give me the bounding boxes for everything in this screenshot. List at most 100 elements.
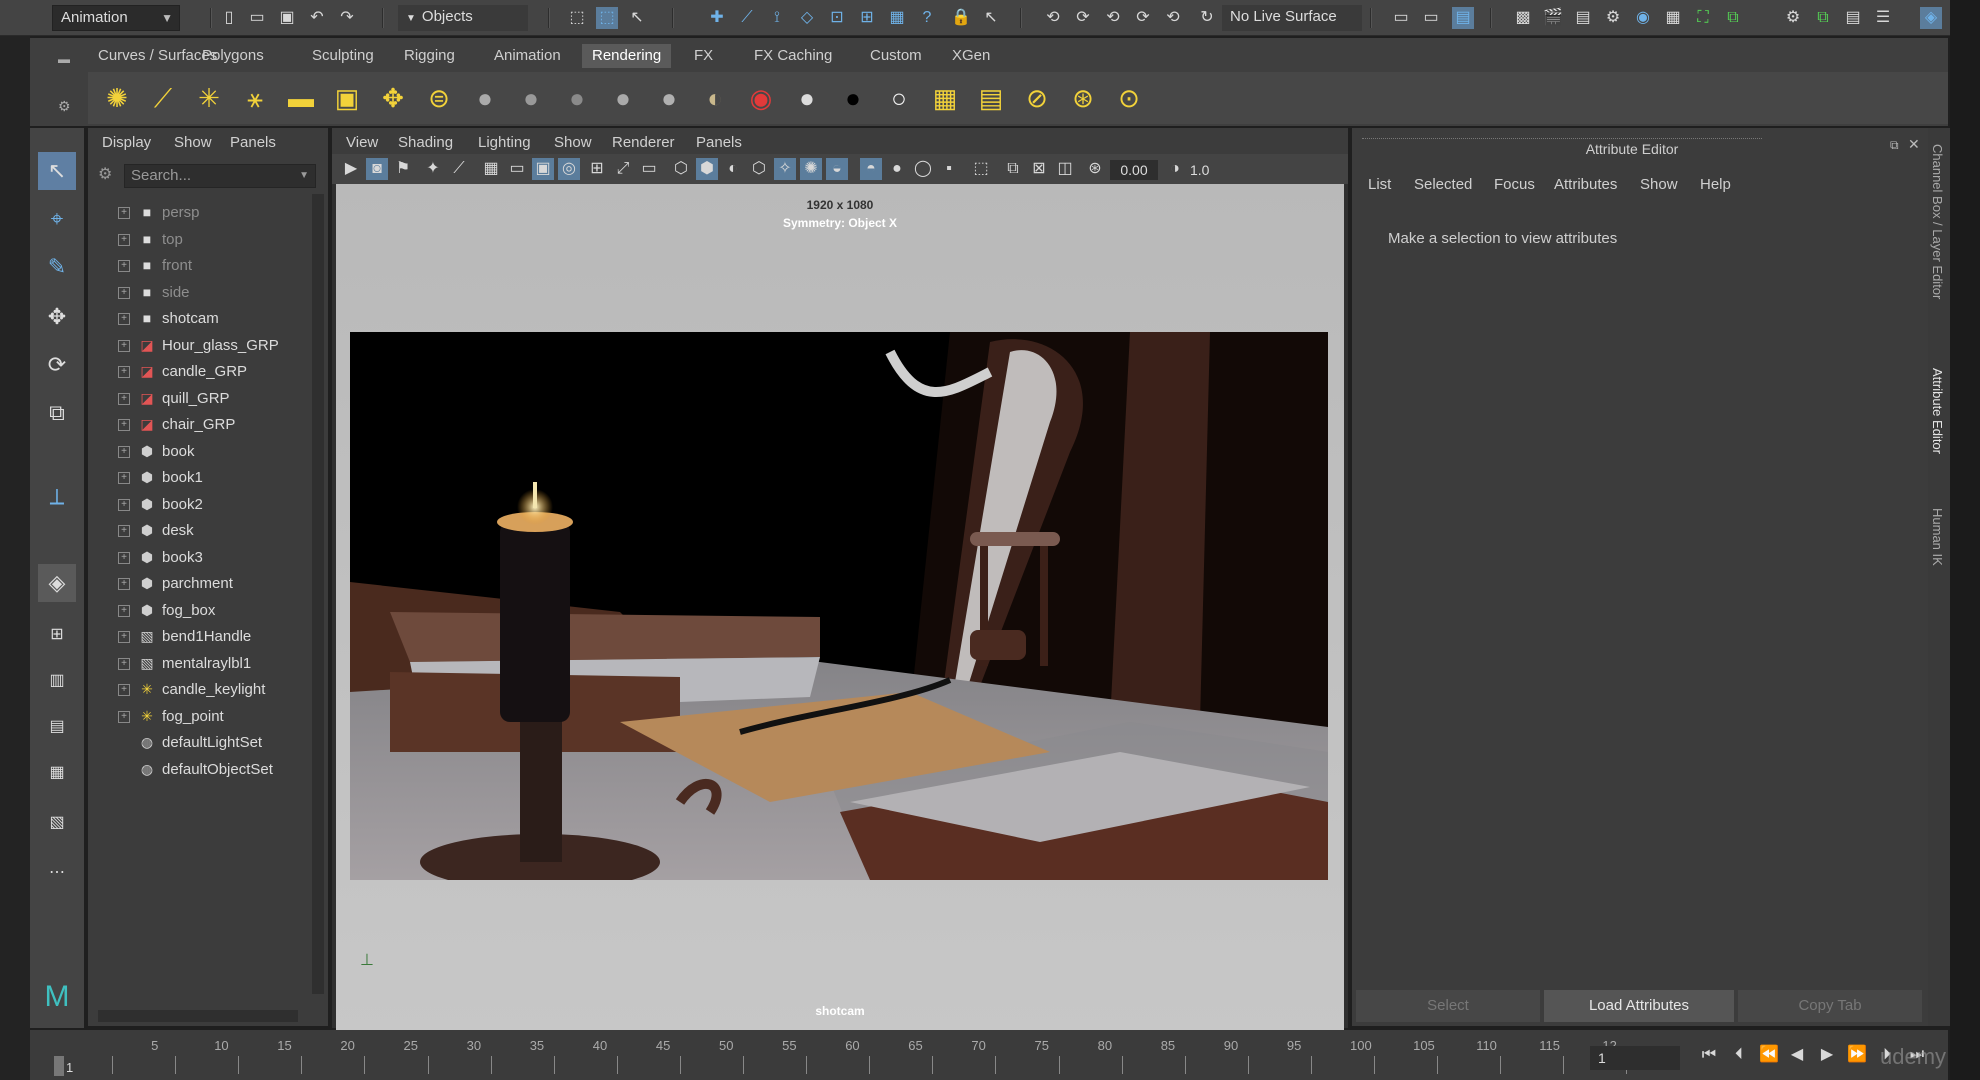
snap-view-plane-icon[interactable]: ◇ [796, 7, 818, 29]
expand-icon[interactable]: + [118, 604, 130, 617]
outliner-menu-panels[interactable]: Panels [230, 134, 276, 151]
outliner-layout-icon[interactable]: ▤ [38, 708, 76, 746]
reflect-icon[interactable]: ⟲ [1102, 7, 1124, 29]
render-region-icon[interactable]: ▦ [886, 7, 908, 29]
surface-shader-icon[interactable]: ● [790, 81, 824, 115]
open-scene-icon[interactable]: ▭ [246, 7, 268, 29]
camera-attr-icon[interactable]: ⛶ [1692, 7, 1714, 29]
xray-active-icon[interactable]: ⊠ [1028, 158, 1050, 180]
viewport-menu-panels[interactable]: Panels [696, 134, 742, 151]
more-layouts-icon[interactable]: ⋯ [38, 854, 76, 892]
modeling-toolkit-icon[interactable]: ⚙ [1782, 7, 1804, 29]
expand-icon[interactable]: + [118, 366, 130, 379]
use-all-lights-icon[interactable]: ✧ [774, 158, 796, 180]
select-object-icon[interactable]: ⬚ [596, 7, 618, 29]
xray-icon[interactable]: ▪ [938, 158, 960, 180]
manipulator-icon[interactable]: ⟂ [38, 478, 76, 516]
hypershade-layout-icon[interactable]: ▧ [38, 804, 76, 842]
backface-icon[interactable]: ◫ [1054, 158, 1076, 180]
render-camera-icon[interactable]: ⊜ [422, 81, 456, 115]
step-back-key-icon[interactable]: ⏴ [1728, 1044, 1750, 1066]
rotate-tool-icon[interactable]: ⟳ [38, 346, 76, 384]
gamma-field[interactable]: 1.0 [1190, 160, 1216, 180]
character-controls-icon[interactable]: ⧉ [1812, 7, 1834, 29]
expand-icon[interactable]: + [118, 631, 130, 644]
outliner-item[interactable]: + ■ front [118, 253, 192, 277]
shelf-tab-custom[interactable]: Custom [860, 44, 932, 68]
viewport-menu-show[interactable]: Show [554, 134, 592, 151]
channel-box-icon[interactable]: ☰ [1872, 7, 1894, 29]
layered-shader-icon[interactable]: ◐ [698, 81, 732, 115]
outliner-item[interactable]: + ⬢ fog_box [118, 598, 215, 622]
single-pane-layout-icon[interactable]: ◈ [38, 564, 76, 602]
step-forward-frame-icon[interactable]: ⏩ [1846, 1044, 1868, 1066]
isolate-select-icon[interactable]: ⬚ [970, 158, 992, 180]
go-to-start-icon[interactable]: ⏮ [1698, 1044, 1720, 1066]
expand-icon[interactable]: + [118, 339, 130, 352]
attribute-editor-icon[interactable]: ◈ [1920, 7, 1942, 29]
step-back-frame-icon[interactable]: ⏪ [1758, 1044, 1780, 1066]
make-live-icon[interactable]: ⊡ [826, 7, 848, 29]
soft-select-icon[interactable]: ⟳ [1072, 7, 1094, 29]
exposure-field[interactable]: 0.00 [1110, 160, 1158, 180]
four-pane-layout-icon[interactable]: ⊞ [38, 616, 76, 654]
gamma-icon[interactable]: ◑ [1164, 158, 1186, 180]
expand-icon[interactable]: + [118, 684, 130, 697]
render-view-shelf-icon[interactable]: ⊙ [1112, 81, 1146, 115]
shelf-tab-xgen[interactable]: XGen [942, 44, 1000, 68]
expand-icon[interactable]: + [118, 313, 130, 326]
snap-point-icon[interactable]: ⟟ [766, 7, 788, 29]
hypershade-shelf-icon[interactable]: ▦ [928, 81, 962, 115]
attr-menu-attributes[interactable]: Attributes [1554, 176, 1617, 193]
expand-icon[interactable]: + [118, 578, 130, 591]
redo-icon[interactable]: ↷ [336, 7, 358, 29]
shadows-icon[interactable]: ✺ [800, 158, 822, 180]
tab-channel-box[interactable]: Channel Box / Layer Editor [1930, 144, 1945, 299]
resolution-gate-icon[interactable]: ▣ [532, 158, 554, 180]
tab-attribute-editor[interactable]: Attribute Editor [1930, 368, 1945, 454]
outliner-item[interactable]: + ⬢ book3 [118, 545, 203, 569]
pick-icon[interactable]: ↖ [980, 7, 1002, 29]
close-icon[interactable]: ✕ [1908, 136, 1920, 153]
outliner-item[interactable]: + ■ side [118, 280, 190, 304]
expand-icon[interactable]: + [118, 525, 130, 538]
render-view-icon[interactable]: ▩ [1512, 7, 1534, 29]
gear-icon[interactable]: ⚙ [58, 98, 71, 115]
current-time-indicator[interactable] [54, 1056, 64, 1076]
outliner-item[interactable]: + ⬢ book [118, 439, 195, 463]
outliner-item[interactable]: + ◪ candle_GRP [118, 359, 247, 383]
expand-icon[interactable] [118, 764, 130, 776]
shelf-tab-sculpting[interactable]: Sculpting [302, 44, 384, 68]
undo-icon[interactable]: ↶ [306, 7, 328, 29]
ipr-shelf-icon[interactable]: ⊛ [1066, 81, 1100, 115]
outliner-horizontal-scrollbar[interactable] [98, 1010, 298, 1022]
outliner-item[interactable]: + ■ shotcam [118, 306, 219, 330]
select-camera-icon[interactable]: ▶ [340, 158, 362, 180]
textured-icon[interactable]: ⬡ [748, 158, 770, 180]
expand-icon[interactable]: + [118, 260, 130, 273]
shelf-tab-polygons[interactable]: Polygons [192, 44, 274, 68]
ambient-occlusion-icon[interactable]: ◒ [826, 158, 848, 180]
input-ops-icon[interactable]: ▭ [1390, 7, 1412, 29]
multisample-icon[interactable]: ● [886, 158, 908, 180]
outliner-search-input[interactable]: Search... ▼ [124, 164, 316, 188]
construction-history-icon[interactable]: ▤ [1452, 7, 1474, 29]
smooth-shade-icon[interactable]: ⬢ [696, 158, 718, 180]
outliner-item[interactable]: ◍ defaultObjectSet [118, 757, 273, 781]
play-forward-icon[interactable]: ▶ [1816, 1044, 1838, 1066]
phong-material-icon[interactable]: ● [560, 81, 594, 115]
point-light-icon[interactable]: ✳ [192, 81, 226, 115]
outliner-item[interactable]: + ⬢ book2 [118, 492, 203, 516]
filter-icon[interactable]: ⚙ [98, 164, 112, 184]
viewport-menu-shading[interactable]: Shading [398, 134, 453, 151]
move-tool-icon[interactable]: ✥ [38, 298, 76, 336]
2d-pan-zoom-icon[interactable]: ⟋ [448, 158, 470, 180]
batch-render-icon[interactable]: ⊘ [1020, 81, 1054, 115]
camera-frame-icon[interactable]: ⧉ [1722, 7, 1744, 29]
symmetry-icon[interactable]: ⟲ [1042, 7, 1064, 29]
expand-icon[interactable]: + [118, 445, 130, 458]
attr-menu-show[interactable]: Show [1640, 176, 1678, 193]
bookmark-icon[interactable]: ⚑ [392, 158, 414, 180]
shelf-tab-fx-caching[interactable]: FX Caching [744, 44, 842, 68]
ipr-render-icon[interactable]: ▤ [1572, 7, 1594, 29]
